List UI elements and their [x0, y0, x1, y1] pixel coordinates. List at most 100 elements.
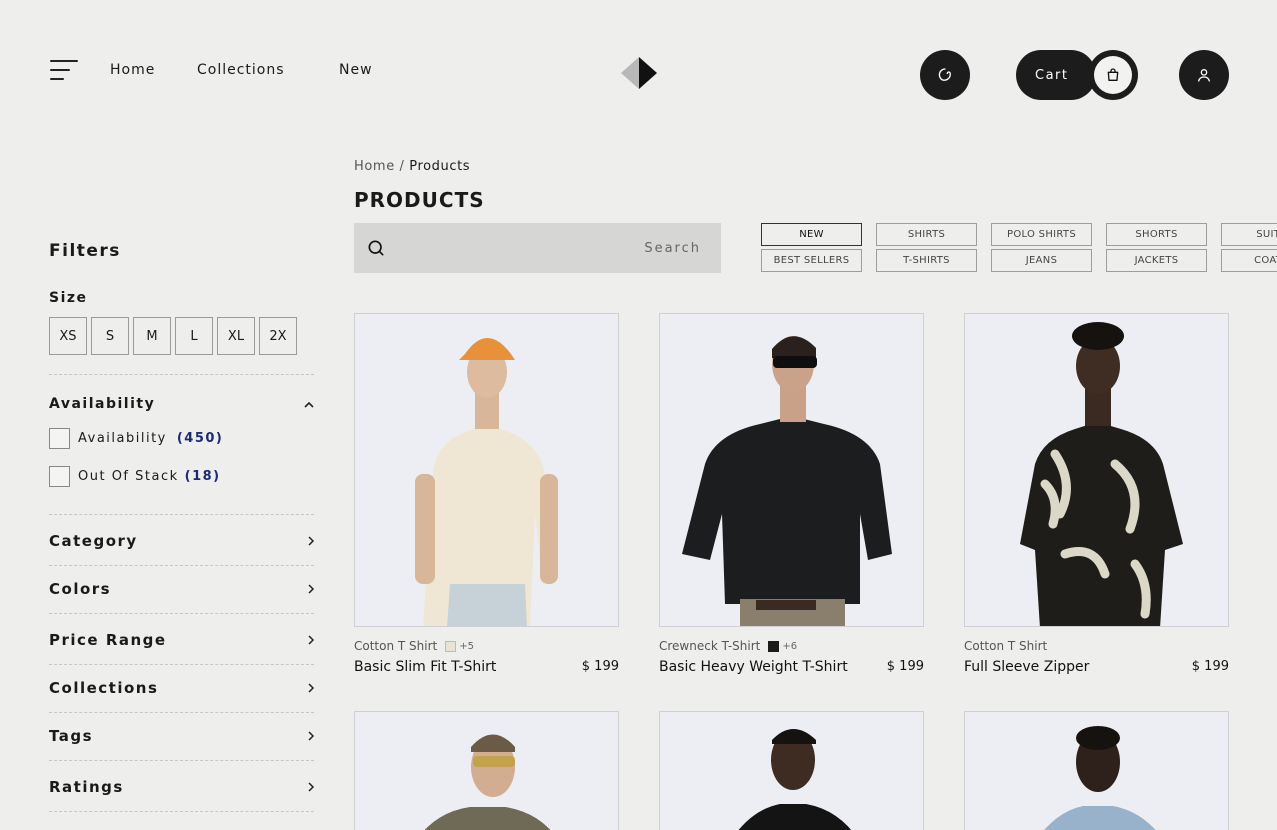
divider — [49, 811, 314, 812]
divider — [49, 514, 314, 515]
out-of-stock-checkbox[interactable] — [49, 466, 70, 487]
page-title: PRODUCTS — [354, 188, 485, 212]
filter-section-price-range[interactable]: Price Range — [49, 631, 317, 649]
chip-t-shirts[interactable]: T-SHIRTS — [876, 249, 977, 272]
chip-shorts[interactable]: SHORTS — [1106, 223, 1207, 246]
breadcrumb-separator: / — [399, 159, 405, 174]
chevron-up-icon[interactable] — [302, 398, 316, 412]
chip-best-sellers[interactable]: BEST SELLERS — [761, 249, 862, 272]
filters-title: Filters — [49, 241, 121, 261]
chevron-right-icon — [308, 584, 315, 594]
chevron-right-icon — [308, 782, 315, 792]
chevron-right-icon — [308, 635, 315, 645]
divider — [49, 664, 314, 665]
search-icon — [368, 240, 384, 256]
nav-new[interactable]: New — [339, 62, 389, 78]
product-name[interactable]: Full Sleeve Zipper — [964, 659, 1089, 675]
color-swatch[interactable] — [445, 640, 457, 652]
chip-jackets[interactable]: JACKETS — [1106, 249, 1207, 272]
product-price: $ 199 — [886, 659, 924, 674]
section-label: Price Range — [49, 631, 167, 649]
divider — [49, 565, 314, 566]
breadcrumb-current: Products — [409, 159, 471, 174]
size-option-s[interactable]: S — [91, 317, 129, 355]
chevron-right-icon — [308, 731, 315, 741]
account-button[interactable] — [1179, 50, 1229, 100]
breadcrumb: Home / Products — [354, 159, 470, 174]
product-image[interactable] — [354, 313, 619, 627]
product-image[interactable] — [659, 313, 924, 627]
product-category: Crewneck T-Shirt — [659, 639, 761, 653]
product-card[interactable]: Cotton T Shirt +5 Basic Slim Fit T-Shirt… — [354, 313, 619, 675]
availability-option[interactable]: Availability (450) — [49, 428, 223, 449]
section-label: Collections — [49, 679, 159, 697]
user-icon — [1198, 69, 1210, 82]
product-image[interactable] — [659, 711, 924, 830]
chevron-right-icon — [308, 536, 315, 546]
product-image[interactable] — [964, 711, 1229, 830]
size-option-2x[interactable]: 2X — [259, 317, 297, 355]
product-image[interactable] — [354, 711, 619, 830]
section-label: Colors — [49, 580, 112, 598]
size-option-xl[interactable]: XL — [217, 317, 255, 355]
availability-checkbox[interactable] — [49, 428, 70, 449]
more-colors: +5 — [459, 640, 474, 652]
section-label: Ratings — [49, 778, 124, 796]
search-input[interactable]: Search — [644, 241, 701, 256]
breadcrumb-home[interactable]: Home — [354, 159, 395, 174]
section-label: Category — [49, 532, 138, 550]
menu-icon[interactable] — [50, 60, 78, 80]
filter-section-colors[interactable]: Colors — [49, 580, 317, 598]
chip-suits[interactable]: SUITS — [1221, 223, 1277, 246]
availability-label: Availability — [78, 431, 167, 446]
divider — [49, 760, 314, 761]
product-card[interactable] — [354, 711, 619, 830]
product-name[interactable]: Basic Slim Fit T-Shirt — [354, 659, 496, 675]
chip-jeans[interactable]: JEANS — [991, 249, 1092, 272]
product-card[interactable] — [659, 711, 924, 830]
product-image[interactable] — [964, 313, 1229, 627]
chip-new[interactable]: NEW — [761, 223, 862, 246]
size-title: Size — [49, 290, 88, 306]
out-of-stock-option[interactable]: Out Of Stack (18) — [49, 466, 221, 487]
product-card[interactable]: Crewneck T-Shirt +6 Basic Heavy Weight T… — [659, 313, 924, 675]
more-colors: +6 — [782, 640, 798, 652]
out-of-stock-label: Out Of Stack — [78, 469, 179, 484]
favorites-button[interactable] — [920, 50, 970, 100]
out-of-stock-count: (18) — [184, 469, 221, 484]
product-category: Cotton T Shirt — [354, 639, 438, 653]
filter-section-collections[interactable]: Collections — [49, 679, 317, 697]
cart-bag-button[interactable] — [1088, 50, 1138, 100]
product-price: $ 199 — [1191, 659, 1229, 674]
product-price: $ 199 — [581, 659, 619, 674]
size-option-m[interactable]: M — [133, 317, 171, 355]
size-options: XS S M L XL 2X — [49, 317, 297, 355]
section-label: Tags — [49, 727, 94, 745]
size-option-xs[interactable]: XS — [49, 317, 87, 355]
filter-section-category[interactable]: Category — [49, 532, 317, 550]
color-swatch[interactable] — [768, 640, 780, 652]
availability-count: (450) — [176, 431, 224, 446]
size-option-l[interactable]: L — [175, 317, 213, 355]
search-bar[interactable]: Search — [354, 223, 721, 273]
chip-polo-shirts[interactable]: POLO SHIRTS — [991, 223, 1092, 246]
shopping-bag-icon — [1107, 68, 1119, 81]
category-chips: NEW BEST SELLERS SHIRTS T-SHIRTS POLO SH… — [761, 223, 1277, 275]
nav-home[interactable]: Home — [110, 62, 190, 78]
chip-shirts[interactable]: SHIRTS — [876, 223, 977, 246]
availability-title[interactable]: Availability — [49, 396, 155, 412]
divider — [49, 613, 314, 614]
product-card[interactable]: Cotton T Shirt Full Sleeve Zipper $ 199 — [964, 313, 1229, 675]
leaf-icon — [938, 68, 951, 81]
divider — [49, 374, 314, 375]
product-card[interactable] — [964, 711, 1229, 830]
product-name[interactable]: Basic Heavy Weight T-Shirt — [659, 659, 848, 675]
cart-button[interactable]: Cart — [1016, 50, 1096, 100]
brand-logo[interactable] — [620, 55, 658, 91]
filter-section-tags[interactable]: Tags — [49, 727, 317, 745]
filter-section-ratings[interactable]: Ratings — [49, 778, 317, 796]
nav-collections[interactable]: Collections — [197, 62, 307, 78]
chip-coats[interactable]: COATS — [1221, 249, 1277, 272]
product-category: Cotton T Shirt — [964, 639, 1048, 653]
divider — [49, 712, 314, 713]
